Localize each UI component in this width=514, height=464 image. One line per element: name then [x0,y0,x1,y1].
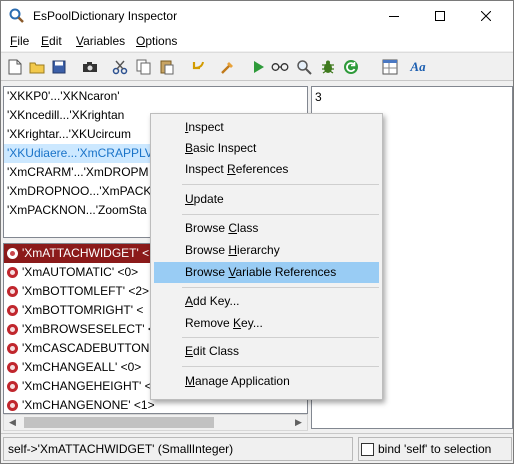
symbol-icon [7,400,18,411]
list-item[interactable]: 'XKrightar...'XKUcircum [4,125,131,144]
undo-icon[interactable] [189,58,207,76]
symbol-icon [7,343,18,354]
context-menu: Inspect Basic Inspect Inspect References… [150,113,383,400]
scroll-left-arrow[interactable]: ◀ [4,415,21,430]
symbol-icon [7,305,18,316]
scroll-right-arrow[interactable]: ▶ [290,415,307,430]
menu-item-manage-application[interactable]: Manage Application [154,371,379,392]
bind-self-checkbox[interactable] [361,443,374,456]
open-folder-icon[interactable] [28,58,46,76]
scroll-thumb[interactable] [24,417,214,428]
menu-options[interactable]: Options [136,34,177,48]
camera-icon[interactable] [81,58,99,76]
close-button[interactable] [463,1,509,31]
minimize-button[interactable] [371,1,417,31]
window-title: EsPoolDictionary Inspector [33,9,178,23]
symbol-icon [7,362,18,373]
list-item[interactable]: 'XKKP0'...'XKNcaron' [4,87,120,106]
list-item[interactable]: 'XKncedill...'XKrightan [4,106,124,125]
menu-item-remove-key[interactable]: Remove Key... [154,313,379,334]
refresh-icon[interactable] [342,58,360,76]
status-text: self->'XmATTACHWIDGET' (SmallInteger) [3,437,353,461]
list-item[interactable]: 'XmCRARM'...'XmDROPM [4,163,149,182]
menu-separator [182,366,379,367]
menu-edit[interactable]: Edit [41,34,62,48]
menu-item-browse-variable-references[interactable]: Browse Variable References [154,262,379,283]
symbol-icon [7,324,18,335]
menu-variables[interactable]: Variables [76,34,125,48]
inspector-window: EsPoolDictionary Inspector File Edit Var… [0,0,514,464]
menu-item-inspect-references[interactable]: Inspect References [154,159,379,180]
save-icon[interactable] [50,58,68,76]
menu-item-browse-hierarchy[interactable]: Browse Hierarchy [154,240,379,261]
menu-separator [182,287,379,288]
cut-icon[interactable] [111,58,129,76]
paste-icon[interactable] [158,58,176,76]
symbol-icon [7,381,18,392]
list-item-selected[interactable]: 'XmATTACHWIDGET' < [4,244,152,263]
debug-bug-icon[interactable] [319,58,337,76]
title-bar[interactable]: EsPoolDictionary Inspector [1,1,513,31]
bind-self-option[interactable]: bind 'self' to selection [358,437,512,461]
status-bar: self->'XmATTACHWIDGET' (SmallInteger) bi… [1,433,513,463]
inspector-app-icon [9,8,25,24]
spectacles-icon[interactable] [271,58,289,76]
value-text[interactable]: 3 [315,90,322,104]
bind-self-label[interactable]: bind 'self' to selection [378,442,491,456]
copy-icon[interactable] [135,58,153,76]
list-item-selected[interactable]: 'XKUdiaere...'XmCRAPPLV [4,144,153,163]
menu-item-inspect[interactable]: Inspect [154,117,379,138]
maximize-button[interactable] [417,1,463,31]
menu-file[interactable]: File [10,34,29,48]
class-browser-icon[interactable] [381,58,399,76]
font-icon[interactable]: Aa [406,58,430,76]
menu-separator [182,214,379,215]
menu-separator [182,184,379,185]
toolbar: Aa [1,52,513,81]
run-icon[interactable] [250,58,268,76]
list-item[interactable]: 'XmDROPNOO...'XmPACK [4,182,151,201]
menu-item-update[interactable]: Update [154,189,379,210]
symbol-icon [7,248,18,259]
menu-separator [182,337,379,338]
reformat-icon[interactable] [219,58,237,76]
search-icon[interactable] [295,58,313,76]
symbol-icon [7,286,18,297]
new-file-icon[interactable] [6,58,24,76]
symbol-icon [7,267,18,278]
menu-item-basic-inspect[interactable]: Basic Inspect [154,138,379,159]
menu-bar: File Edit Variables Options [1,31,513,51]
menu-item-browse-class[interactable]: Browse Class [154,218,379,239]
menu-item-edit-class[interactable]: Edit Class [154,341,379,362]
list-item[interactable]: 'XmPACKNON...'ZoomSta [4,201,147,220]
menu-item-add-key[interactable]: Add Key... [154,291,379,312]
values-horizontal-scrollbar[interactable]: ◀ ▶ [3,414,308,431]
